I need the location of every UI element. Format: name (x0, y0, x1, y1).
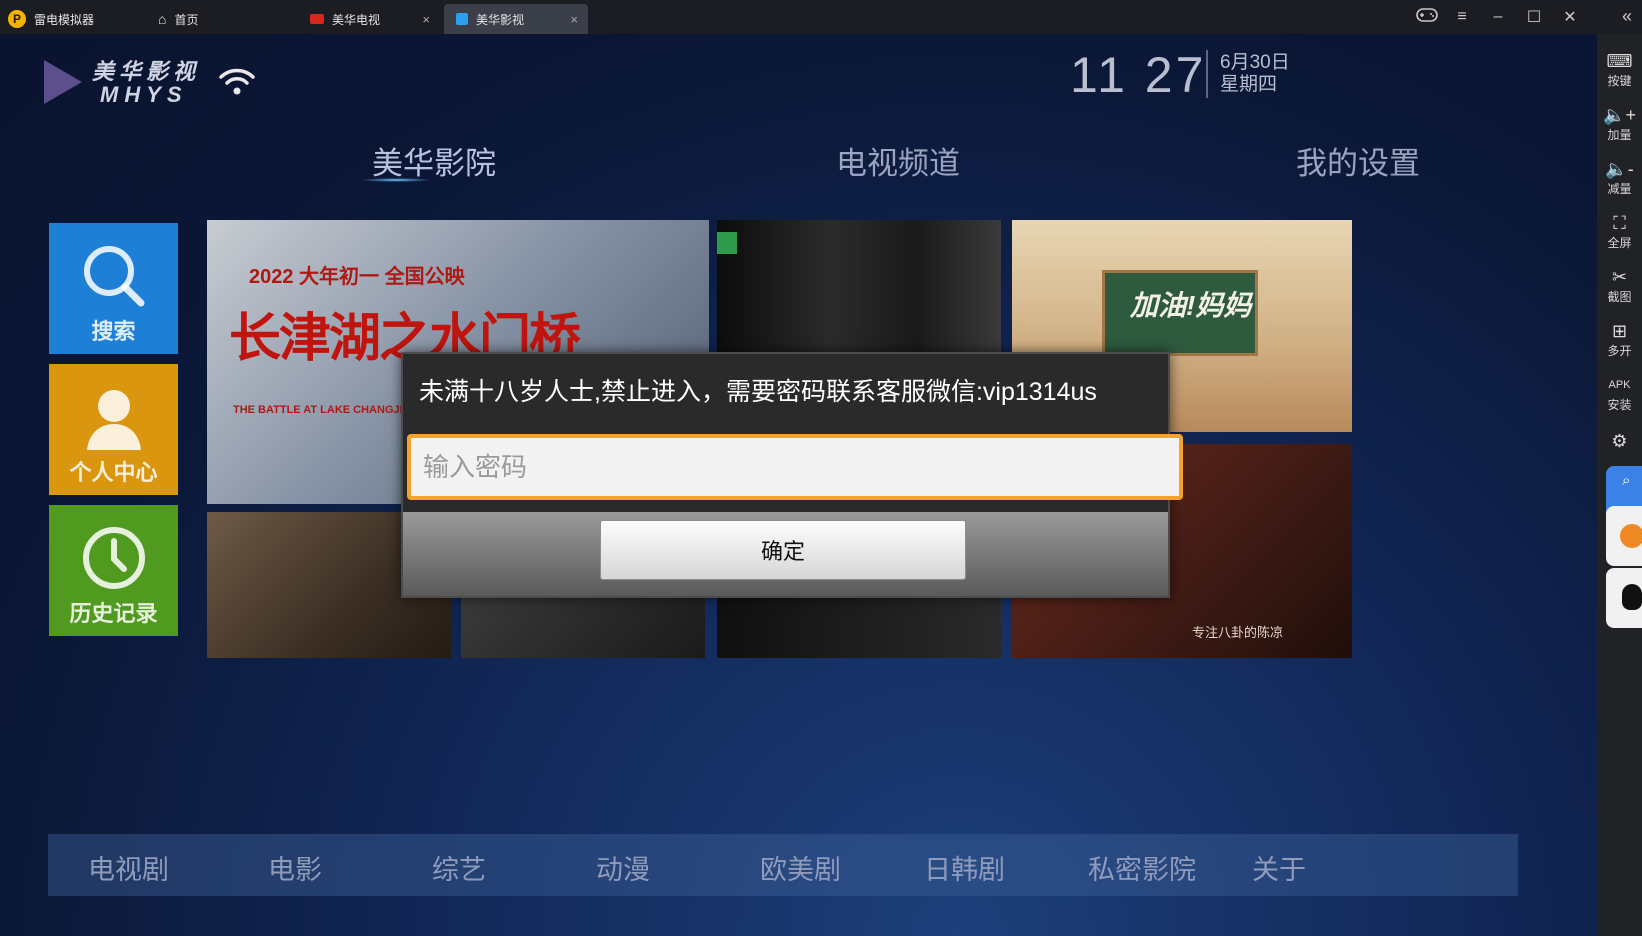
tile-label: 历史记录 (69, 601, 158, 626)
qq-penguin-icon (1622, 584, 1642, 610)
toolbar-fullscreen[interactable]: ⛶ 全屏 (1597, 212, 1642, 251)
tile-search[interactable]: 搜索 (49, 223, 178, 354)
emulator-logo-icon: P (8, 10, 26, 28)
search-icon (49, 241, 178, 316)
toolbar-label: 减量 (1607, 182, 1632, 196)
search-icon: ⌕ (1622, 472, 1631, 489)
dialog-message: 未满十八岁人士,禁止进入，需要密码联系客服微信:vip1314us (419, 378, 1097, 406)
clock-date: 6月30日 星期四 (1220, 52, 1290, 96)
nav-tab-cinema[interactable]: 美华影院 (372, 138, 496, 183)
tile-label: 个人中心 (69, 460, 158, 485)
date-text: 6月30日 (1220, 52, 1290, 73)
multi-instance-icon: ⊞ (1611, 321, 1628, 341)
user-icon (49, 382, 178, 457)
tab-meihua-tv[interactable]: 美华电视 × (300, 4, 440, 34)
minimize-icon[interactable]: – (1488, 8, 1508, 26)
side-app-tab[interactable] (1606, 506, 1642, 566)
toolbar-label: 全屏 (1607, 236, 1632, 250)
logo-text-en: MHYS (100, 82, 188, 107)
tile-user-center[interactable]: 个人中心 (49, 364, 178, 495)
toolbar-volume-up[interactable]: 🔈+ 加量 (1597, 104, 1642, 143)
toolbar-settings[interactable]: ⚙ (1597, 430, 1642, 452)
toolbar-install-apk[interactable]: APK 安装 (1597, 374, 1642, 413)
keyboard-icon: ⌨ (1606, 51, 1633, 71)
nav-tab-tv-channels[interactable]: 电视频道 (836, 138, 960, 183)
emulator-title-bar: P 雷电模拟器 ⌂ 首页 美华电视 × 美华影视 × ≡ – ☐ ✕ « (0, 0, 1642, 34)
category-private-cinema[interactable]: 私密影院 (1088, 848, 1196, 887)
poster-year-text: 2022 大年初一 全国公映 (249, 266, 465, 288)
volume-up-icon: 🔈+ (1603, 105, 1636, 125)
password-input[interactable] (407, 434, 1183, 500)
tab-home[interactable]: ⌂ 首页 (158, 4, 286, 34)
toolbar-label: 安装 (1607, 398, 1632, 412)
confirm-button[interactable]: 确定 (600, 520, 966, 580)
window-controls: ≡ – ☐ ✕ (1416, 0, 1580, 34)
poster-dark-thriller[interactable] (717, 220, 1001, 360)
toolbar-volume-down[interactable]: 🔈- 减量 (1597, 158, 1642, 197)
tab-meihua-movies[interactable]: 美华影视 × (444, 4, 588, 34)
poster-badge (717, 232, 737, 254)
app-orange-icon (1620, 524, 1642, 548)
nav-active-indicator (360, 178, 432, 182)
wifi-icon (218, 66, 256, 103)
tab-label: 美华影视 (476, 12, 525, 27)
toolbar-label: 多开 (1607, 344, 1632, 358)
toolbar-label: 按键 (1607, 74, 1632, 88)
category-western-series[interactable]: 欧美剧 (760, 848, 841, 887)
poster-en-text: THE BATTLE AT LAKE CHANGJIN (233, 404, 411, 416)
scissors-icon: ✂ (1611, 267, 1628, 287)
clock-icon (49, 523, 178, 598)
nav-tab-settings[interactable]: 我的设置 (1296, 138, 1420, 183)
tile-history[interactable]: 历史记录 (49, 505, 178, 636)
category-movies[interactable]: 电影 (268, 848, 322, 887)
menu-icon[interactable]: ≡ (1452, 8, 1472, 26)
tv-app-icon (310, 14, 324, 24)
toolbar-keymap[interactable]: ⌨ 按键 (1597, 50, 1642, 89)
clock-time: 11 27 (1070, 47, 1207, 103)
side-qq-tab[interactable] (1606, 568, 1642, 628)
toolbar-label: 截图 (1607, 290, 1632, 304)
gamepad-icon[interactable] (1416, 7, 1438, 28)
toolbar-label: 加量 (1607, 128, 1632, 142)
logo-play-icon (44, 60, 82, 104)
category-bar: 电视剧 电影 综艺 动漫 欧美剧 日韩剧 私密影院 关于 (48, 834, 1518, 896)
close-icon[interactable]: ✕ (1560, 7, 1580, 27)
poster-title-text: 加油!妈妈 (1130, 290, 1252, 321)
weekday-text: 星期四 (1220, 74, 1278, 95)
tab-emulator[interactable]: P 雷电模拟器 (8, 4, 148, 34)
apk-icon: APK (1608, 379, 1631, 391)
home-icon: ⌂ (158, 11, 167, 27)
fullscreen-icon: ⛶ (1613, 213, 1626, 233)
dialog-button-bar: 确定 (403, 512, 1168, 596)
collapse-icon[interactable]: « (1622, 6, 1632, 27)
category-variety[interactable]: 综艺 (432, 848, 486, 887)
category-about[interactable]: 关于 (1252, 848, 1306, 887)
tab-label: 美华电视 (332, 12, 381, 27)
maximize-icon[interactable]: ☐ (1524, 7, 1544, 27)
movie-app-icon (456, 13, 468, 25)
close-icon[interactable]: × (422, 12, 430, 27)
category-asian-series[interactable]: 日韩剧 (924, 848, 1005, 887)
poster-caption: 专注八卦的陈凉 (1192, 625, 1284, 640)
settings-icon: ⚙ (1611, 431, 1628, 451)
toolbar-multi-instance[interactable]: ⊞ 多开 (1597, 320, 1642, 359)
tab-label: 雷电模拟器 (34, 12, 95, 27)
poster-bw-drama[interactable] (461, 596, 705, 658)
close-icon[interactable]: × (570, 12, 578, 27)
tile-label: 搜索 (91, 319, 136, 344)
category-tv-series[interactable]: 电视剧 (88, 848, 169, 887)
toolbar-screenshot[interactable]: ✂ 截图 (1597, 266, 1642, 305)
clock-divider (1206, 50, 1208, 98)
poster-variety[interactable] (717, 596, 1001, 658)
category-anime[interactable]: 动漫 (596, 848, 650, 887)
tab-label: 首页 (174, 12, 199, 27)
volume-down-icon: 🔈- (1605, 159, 1634, 179)
password-dialog: 未满十八岁人士,禁止进入，需要密码联系客服微信:vip1314us 确定 (401, 352, 1183, 598)
